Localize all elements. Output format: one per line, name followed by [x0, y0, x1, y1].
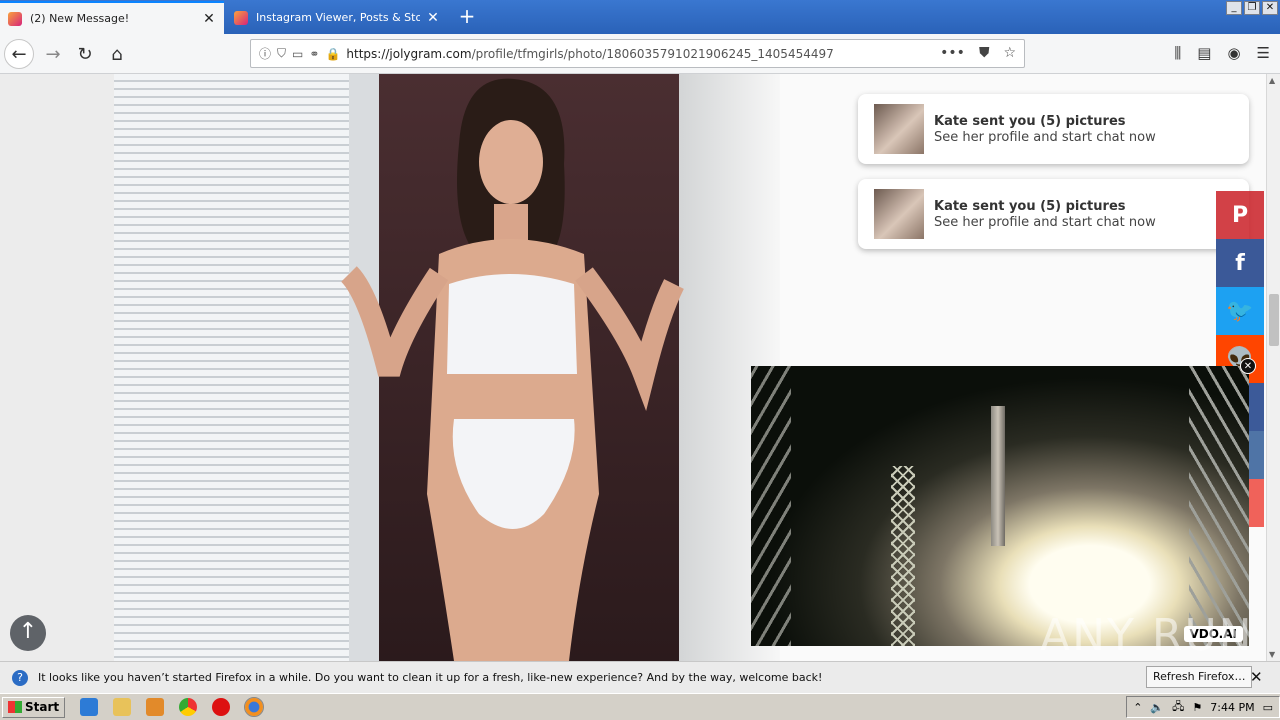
- chrome-icon[interactable]: [179, 698, 198, 716]
- tray-expand-icon[interactable]: ⌃: [1133, 701, 1142, 714]
- minimize-button[interactable]: _: [1226, 1, 1242, 15]
- close-icon[interactable]: ✕: [202, 11, 216, 27]
- library-icon[interactable]: ⫼: [1174, 44, 1181, 62]
- home-icon: ⌂: [111, 43, 123, 65]
- lock-icon[interactable]: 🔒: [325, 47, 340, 61]
- url-host: https://jolygram.com: [346, 46, 472, 61]
- reload-button[interactable]: ↻: [70, 39, 100, 69]
- window-blinds: [114, 74, 349, 661]
- notification-subtitle: See her profile and start chat now: [934, 214, 1156, 230]
- action-center-flag-icon[interactable]: ⚑: [1192, 701, 1202, 714]
- notification-subtitle: See her profile and start chat now: [934, 129, 1156, 145]
- media-player-icon[interactable]: [146, 698, 165, 716]
- folder-icon[interactable]: [113, 698, 132, 716]
- twitter-icon: 🐦: [1226, 298, 1254, 324]
- back-icon: ←: [11, 43, 27, 65]
- scroll-up-arrow-icon[interactable]: ▲: [1269, 76, 1275, 85]
- url-bar[interactable]: ⓘ ⛉ ▭ ⚭ 🔒 https://jolygram.com/profile/t…: [250, 39, 1025, 68]
- video-frame-rocket: [991, 406, 1005, 546]
- notification-title: Kate sent you (5) pictures: [934, 198, 1126, 214]
- scroll-down-arrow-icon[interactable]: ▼: [1269, 650, 1275, 659]
- link-icon[interactable]: ⚭: [309, 47, 319, 61]
- menu-icon[interactable]: ☰: [1257, 44, 1270, 62]
- notification-title: Kate sent you (5) pictures: [934, 113, 1126, 129]
- notification-thumbnail: [874, 104, 924, 154]
- start-label: Start: [25, 700, 60, 714]
- close-icon[interactable]: ✕: [1250, 668, 1263, 686]
- network-icon[interactable]: 🖧: [1172, 698, 1184, 717]
- tab-strip: (2) New Message! ✕ Instagram Viewer, Pos…: [0, 0, 1280, 34]
- video-frame-truss: [751, 366, 791, 646]
- window-controls: _ ❐ ✕: [1226, 1, 1278, 15]
- new-tab-button[interactable]: +: [456, 6, 478, 28]
- facebook-icon: f: [1235, 250, 1245, 276]
- scroll-to-top-button[interactable]: ↑: [10, 615, 46, 651]
- info-icon[interactable]: ⓘ: [259, 45, 271, 62]
- internet-explorer-icon[interactable]: [80, 698, 99, 716]
- back-button[interactable]: ←: [4, 39, 34, 69]
- twitter-share-button[interactable]: 🐦: [1216, 287, 1264, 335]
- toolbar-right: ⫼ ▤ ◉ ☰: [1174, 44, 1270, 62]
- forward-icon: →: [45, 43, 61, 65]
- video-frame-truss: [1189, 366, 1249, 646]
- person-figure: [340, 78, 684, 661]
- page-actions-icon[interactable]: •••: [940, 45, 965, 61]
- notification-thumbnail: [874, 189, 924, 239]
- opera-icon[interactable]: [212, 698, 231, 716]
- firefox-icon[interactable]: [244, 697, 265, 717]
- chat-notification[interactable]: Kate sent you (5) pictures See her profi…: [858, 179, 1249, 249]
- url-text[interactable]: https://jolygram.com/profile/tfmgirls/ph…: [346, 47, 833, 61]
- firefox-notification-bar: ? It looks like you haven’t started Fire…: [0, 661, 1280, 693]
- shield-icon[interactable]: ⛉: [277, 46, 286, 61]
- navigation-bar: ← → ↻ ⌂ ⓘ ⛉ ▭ ⚭ 🔒 https://jolygram.com/p…: [0, 34, 1280, 74]
- tab-instagram-viewer[interactable]: Instagram Viewer, Posts & Story ✕: [226, 1, 448, 34]
- forward-button[interactable]: →: [38, 39, 68, 69]
- profile-photo[interactable]: [114, 74, 780, 661]
- refresh-firefox-button[interactable]: Refresh Firefox…: [1146, 666, 1253, 688]
- show-desktop-icon[interactable]: ▭: [1263, 701, 1273, 714]
- notification-message: It looks like you haven’t started Firefo…: [38, 671, 823, 684]
- tab-new-message[interactable]: (2) New Message! ✕: [0, 1, 224, 34]
- windows-logo-icon: [8, 701, 22, 713]
- tab-title: (2) New Message!: [30, 12, 130, 25]
- sidebar-icon[interactable]: ▤: [1197, 44, 1211, 62]
- pocket-icon[interactable]: ⛊: [979, 45, 990, 61]
- watermark: ANY RUN: [1040, 610, 1254, 661]
- chat-notification[interactable]: Kate sent you (5) pictures See her profi…: [858, 94, 1249, 164]
- url-actions: ••• ⛊ ☆: [940, 45, 1016, 61]
- reload-icon: ↻: [77, 43, 93, 65]
- volume-icon[interactable]: 🔈: [1150, 701, 1164, 714]
- pinterest-share-button[interactable]: P: [1216, 191, 1264, 239]
- account-icon[interactable]: ◉: [1227, 44, 1240, 62]
- close-icon[interactable]: ✕: [426, 10, 440, 26]
- pinterest-icon: P: [1231, 202, 1249, 228]
- clock[interactable]: 7:44 PM: [1210, 701, 1254, 714]
- scrollbar-thumb[interactable]: [1269, 294, 1279, 346]
- video-frame-tower: [891, 466, 915, 646]
- arrow-up-icon: ↑: [18, 619, 38, 644]
- instagram-favicon-icon: [8, 11, 22, 26]
- instagram-favicon-icon: [234, 10, 248, 25]
- video-close-button[interactable]: ✕: [1240, 358, 1256, 374]
- bookmark-star-icon[interactable]: ☆: [1003, 45, 1016, 61]
- facebook-share-button[interactable]: f: [1216, 239, 1264, 287]
- start-button[interactable]: Start: [2, 696, 66, 718]
- taskbar: Start ⌃ 🔈 🖧 ⚑ 7:44 PM ▭: [0, 693, 1280, 720]
- window-close-button[interactable]: ✕: [1262, 1, 1278, 15]
- vertical-scrollbar[interactable]: ▲ ▼: [1266, 74, 1280, 661]
- restore-button[interactable]: ❐: [1244, 1, 1260, 15]
- home-button[interactable]: ⌂: [102, 39, 132, 69]
- tab-title: Instagram Viewer, Posts & Story: [256, 11, 420, 24]
- system-tray: ⌃ 🔈 🖧 ⚑ 7:44 PM ▭: [1126, 696, 1280, 718]
- url-path: /profile/tfmgirls/photo/1806035791021906…: [471, 46, 834, 61]
- question-icon: ?: [12, 669, 28, 686]
- permissions-icon[interactable]: ▭: [292, 47, 303, 61]
- video-ad-player[interactable]: VDO.AI: [751, 366, 1249, 646]
